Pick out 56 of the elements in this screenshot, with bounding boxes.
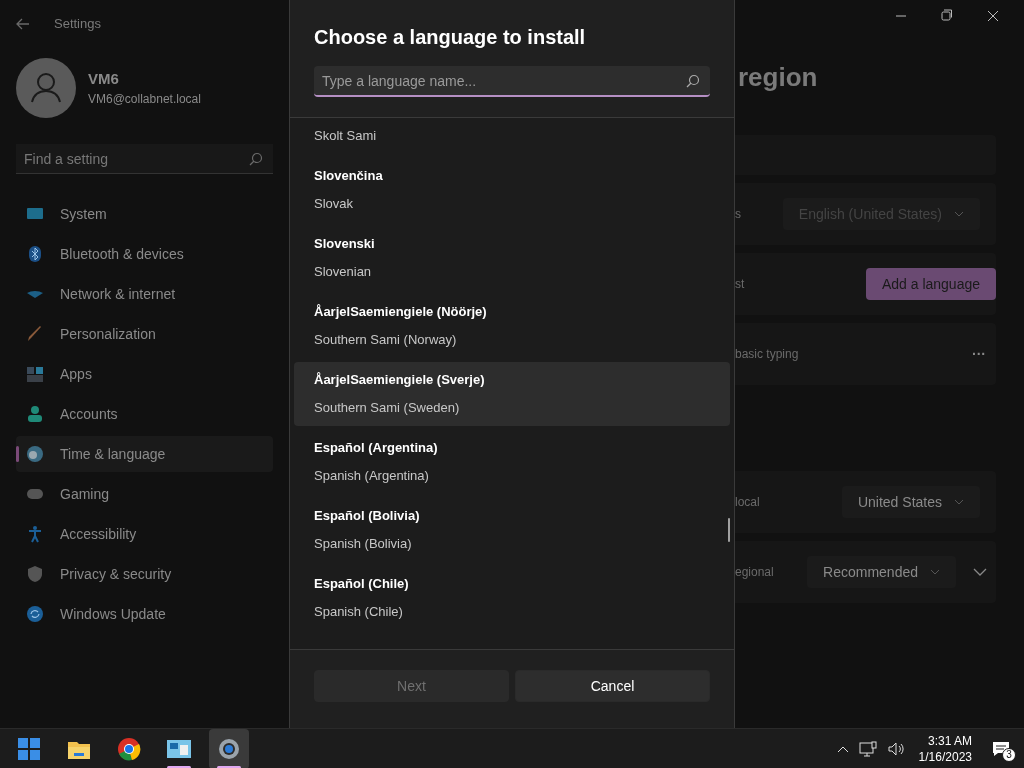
network-icon[interactable] bbox=[858, 740, 877, 757]
person-icon bbox=[26, 405, 44, 423]
chevron-down-icon bbox=[954, 211, 964, 217]
clock[interactable]: 3:31 AM 1/16/2023 bbox=[914, 732, 976, 765]
language-list-item[interactable]: ÅarjelSaemiengiele (Sverje) Southern Sami (Sweden) bbox=[294, 362, 730, 426]
language-list-item[interactable]: Slovenski Slovenian bbox=[294, 226, 730, 290]
update-icon bbox=[26, 605, 44, 623]
language-list-item[interactable]: Español (Chile) Spanish (Chile) bbox=[294, 566, 730, 630]
language-list-item[interactable]: Español (Bolivia) Spanish (Bolivia) bbox=[294, 498, 730, 562]
language-list-item[interactable]: Slovenčina Slovak bbox=[294, 158, 730, 222]
page-heading: region bbox=[737, 61, 819, 94]
scrollbar-thumb[interactable] bbox=[728, 518, 730, 542]
chevron-up-icon[interactable] bbox=[836, 744, 849, 753]
language-search-field[interactable]: Type a language name... bbox=[314, 66, 710, 97]
shield-icon bbox=[26, 565, 44, 583]
nav-item[interactable]: Network & internet bbox=[16, 276, 273, 312]
volume-icon[interactable] bbox=[886, 740, 905, 757]
dropdown[interactable]: Recommended bbox=[807, 556, 956, 588]
nav-item[interactable]: Accounts bbox=[16, 396, 273, 432]
language-list-item[interactable]: ÅarjelSaemiengiele (Nöörje) Southern Sami (Norway) bbox=[294, 294, 730, 358]
apps-icon bbox=[26, 365, 44, 383]
nav-item[interactable]: Apps bbox=[16, 356, 273, 392]
brush-icon bbox=[26, 325, 44, 343]
user-email: VM6@collabnet.local bbox=[88, 91, 201, 109]
nav-item[interactable]: Time & language bbox=[16, 436, 273, 472]
setting-label: egional bbox=[735, 564, 774, 581]
search-field[interactable]: Find a setting bbox=[16, 144, 273, 174]
search-icon bbox=[686, 74, 700, 88]
nav-item[interactable]: Windows Update bbox=[16, 596, 273, 632]
setting-label: st bbox=[735, 276, 745, 293]
setting-label: local bbox=[735, 494, 760, 511]
chevron-down-icon bbox=[954, 499, 964, 505]
setting-label: basic typing bbox=[735, 346, 799, 363]
setting-label: s bbox=[735, 206, 741, 223]
nav-item[interactable]: Personalization bbox=[16, 316, 273, 352]
dialog-title: Choose a language to install bbox=[313, 25, 587, 50]
bluetooth-icon bbox=[26, 245, 44, 263]
notification-button[interactable]: 3 bbox=[986, 733, 1016, 764]
nav-item[interactable]: Bluetooth & devices bbox=[16, 236, 273, 272]
chevron-down-icon bbox=[930, 569, 940, 575]
nav-item[interactable]: Privacy & security bbox=[16, 556, 273, 592]
language-list-item[interactable]: Skolt Sami bbox=[294, 118, 730, 154]
dropdown[interactable]: United States bbox=[841, 486, 980, 518]
language-list-item[interactable]: Español (Argentina) Spanish (Argentina) bbox=[294, 430, 730, 494]
more-options-button[interactable]: ··· bbox=[962, 340, 996, 368]
dialog-button[interactable]: Cancel bbox=[515, 670, 710, 702]
nav-item[interactable]: Gaming bbox=[16, 476, 273, 512]
nav-item[interactable]: Accessibility bbox=[16, 516, 273, 552]
back-arrow-icon[interactable] bbox=[16, 18, 30, 30]
taskbar-app[interactable] bbox=[209, 728, 249, 768]
search-icon bbox=[249, 152, 263, 166]
accessibility-icon bbox=[26, 525, 44, 543]
user-name: VM6 bbox=[88, 68, 120, 89]
window-title: Settings bbox=[54, 15, 101, 34]
nav-item[interactable]: System bbox=[16, 196, 273, 232]
avatar-icon bbox=[16, 58, 76, 118]
